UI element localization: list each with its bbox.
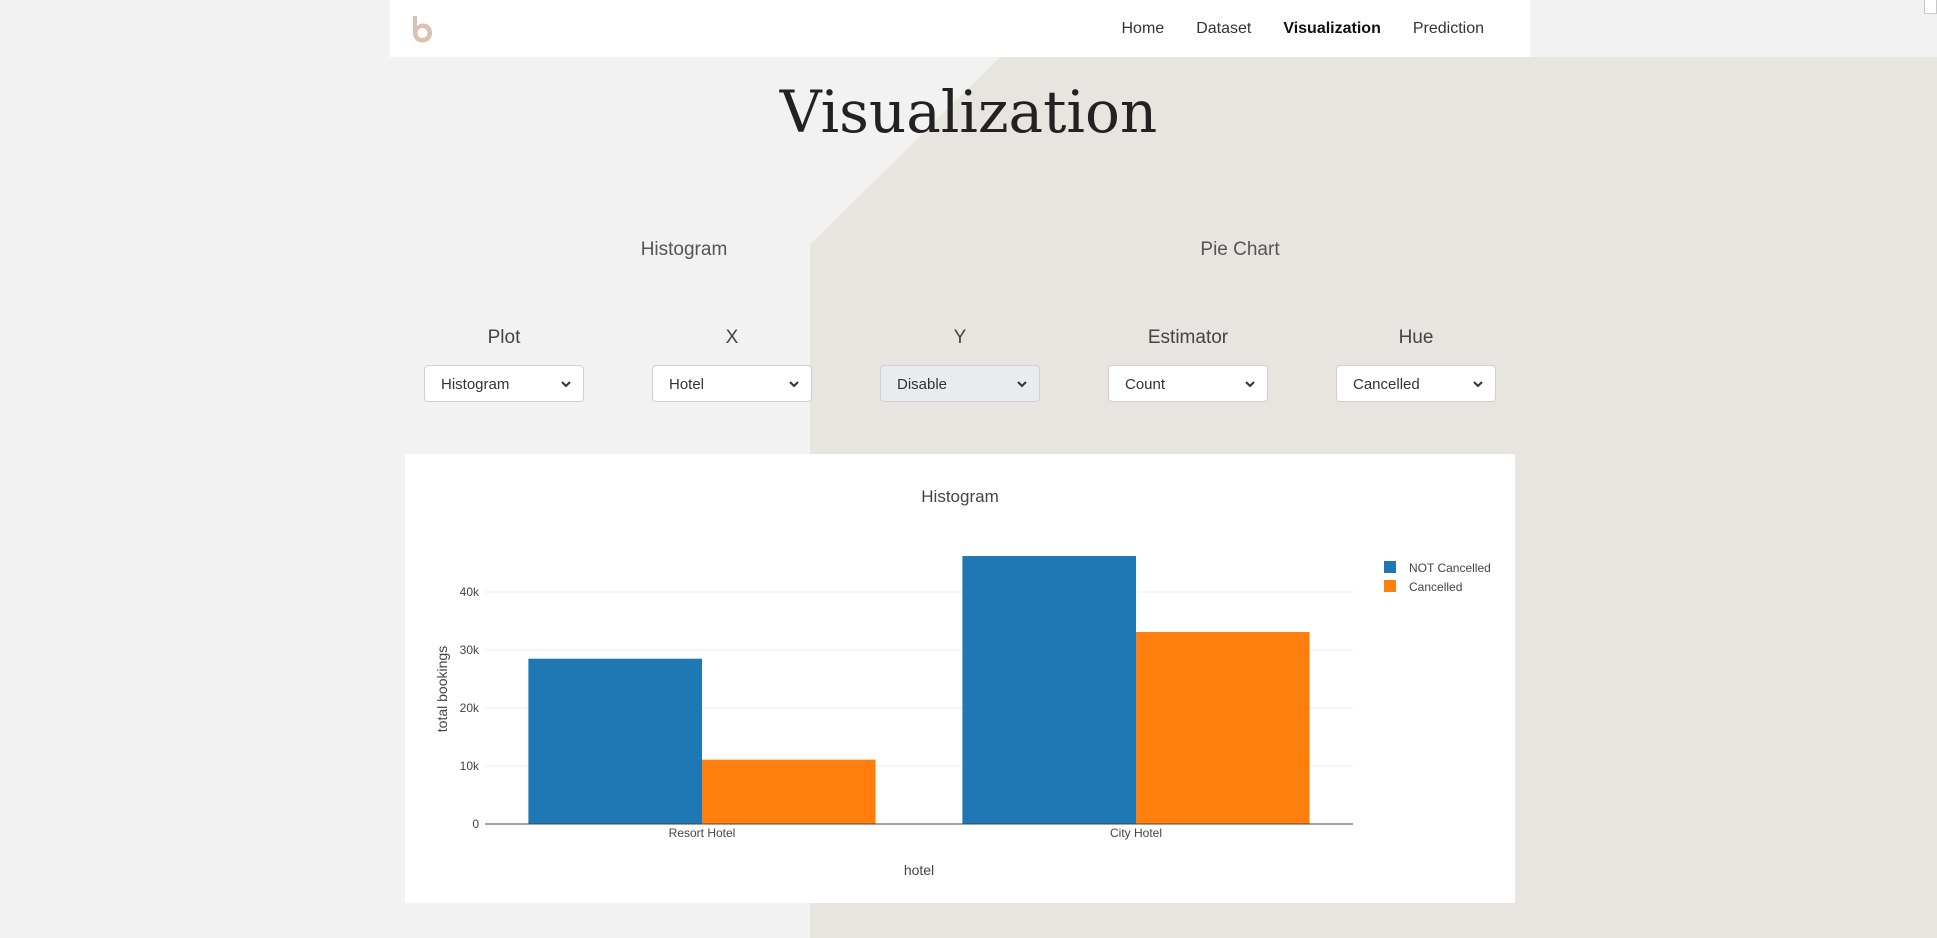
x-select[interactable]: Hotel	[652, 365, 812, 402]
nav-dataset[interactable]: Dataset	[1196, 20, 1251, 38]
hue-select[interactable]: Cancelled	[1336, 365, 1496, 402]
pie-chart-section-title: Pie Chart	[1200, 239, 1280, 260]
y-tick-label: 10k	[460, 759, 480, 773]
legend-label: NOT Cancelled	[1409, 561, 1491, 575]
legend-label: Cancelled	[1409, 580, 1462, 594]
bar-not-cancelled	[528, 658, 702, 824]
y-tick-label: 30k	[460, 643, 480, 657]
chevron-down-icon	[1245, 381, 1255, 388]
histogram-chart[interactable]: Histogram 0 10k 20k 30k 40k Resort Hotel City H…	[405, 454, 1515, 903]
chart-title: Histogram	[921, 487, 998, 506]
navbar: Home Dataset Visualization Prediction	[390, 0, 1530, 57]
y-label: Y	[953, 327, 967, 348]
histogram-section-title: Histogram	[640, 239, 728, 260]
chevron-down-icon	[1017, 381, 1027, 388]
nav-home[interactable]: Home	[1122, 20, 1165, 38]
nav-links: Home Dataset Visualization Prediction	[1122, 0, 1485, 57]
legend-swatch	[1384, 580, 1396, 592]
logo-icon[interactable]	[410, 14, 434, 44]
chevron-down-icon	[561, 381, 571, 388]
chevron-down-icon	[789, 381, 799, 388]
plot-control: Plot Histogram	[424, 325, 584, 402]
plot-label: Plot	[487, 327, 521, 348]
y-tick-label: 40k	[460, 585, 480, 599]
bar-cancelled	[702, 759, 876, 824]
x-axis-label: hotel	[904, 862, 934, 878]
y-tick-label: 20k	[460, 701, 480, 715]
y-axis-label: total bookings	[434, 646, 450, 732]
y-select: Disable	[880, 365, 1040, 402]
x-tick-label: Resort Hotel	[669, 826, 736, 840]
bar-cancelled	[1136, 632, 1310, 824]
bar-not-cancelled	[962, 556, 1136, 824]
estimator-label: Estimator	[1147, 327, 1229, 348]
chevron-down-icon	[1473, 381, 1483, 388]
x-tick-label: City Hotel	[1110, 826, 1162, 840]
plot-select[interactable]: Histogram	[424, 365, 584, 402]
y-tick-label: 0	[472, 817, 479, 831]
estimator-select-value: Count	[1125, 376, 1166, 393]
hue-select-value: Cancelled	[1353, 376, 1420, 393]
x-select-value: Hotel	[669, 376, 705, 393]
estimator-control: Estimator Count	[1108, 325, 1268, 402]
x-label: X	[725, 327, 739, 348]
y-select-value: Disable	[897, 376, 948, 393]
nav-visualization[interactable]: Visualization	[1283, 20, 1381, 38]
chart-card: Histogram 0 10k 20k 30k 40k Resort Hotel City H…	[405, 454, 1515, 903]
estimator-select[interactable]: Count	[1108, 365, 1268, 402]
hue-label: Hue	[1398, 327, 1434, 348]
hue-control: Hue Cancelled	[1336, 325, 1496, 402]
nav-prediction[interactable]: Prediction	[1413, 20, 1484, 38]
x-control: X Hotel	[652, 325, 812, 402]
legend-swatch	[1384, 561, 1396, 573]
y-control: Y Disable	[880, 325, 1040, 402]
plot-select-value: Histogram	[441, 376, 510, 393]
window-corner	[1924, 0, 1937, 14]
page-title: Visualization	[779, 78, 1158, 146]
